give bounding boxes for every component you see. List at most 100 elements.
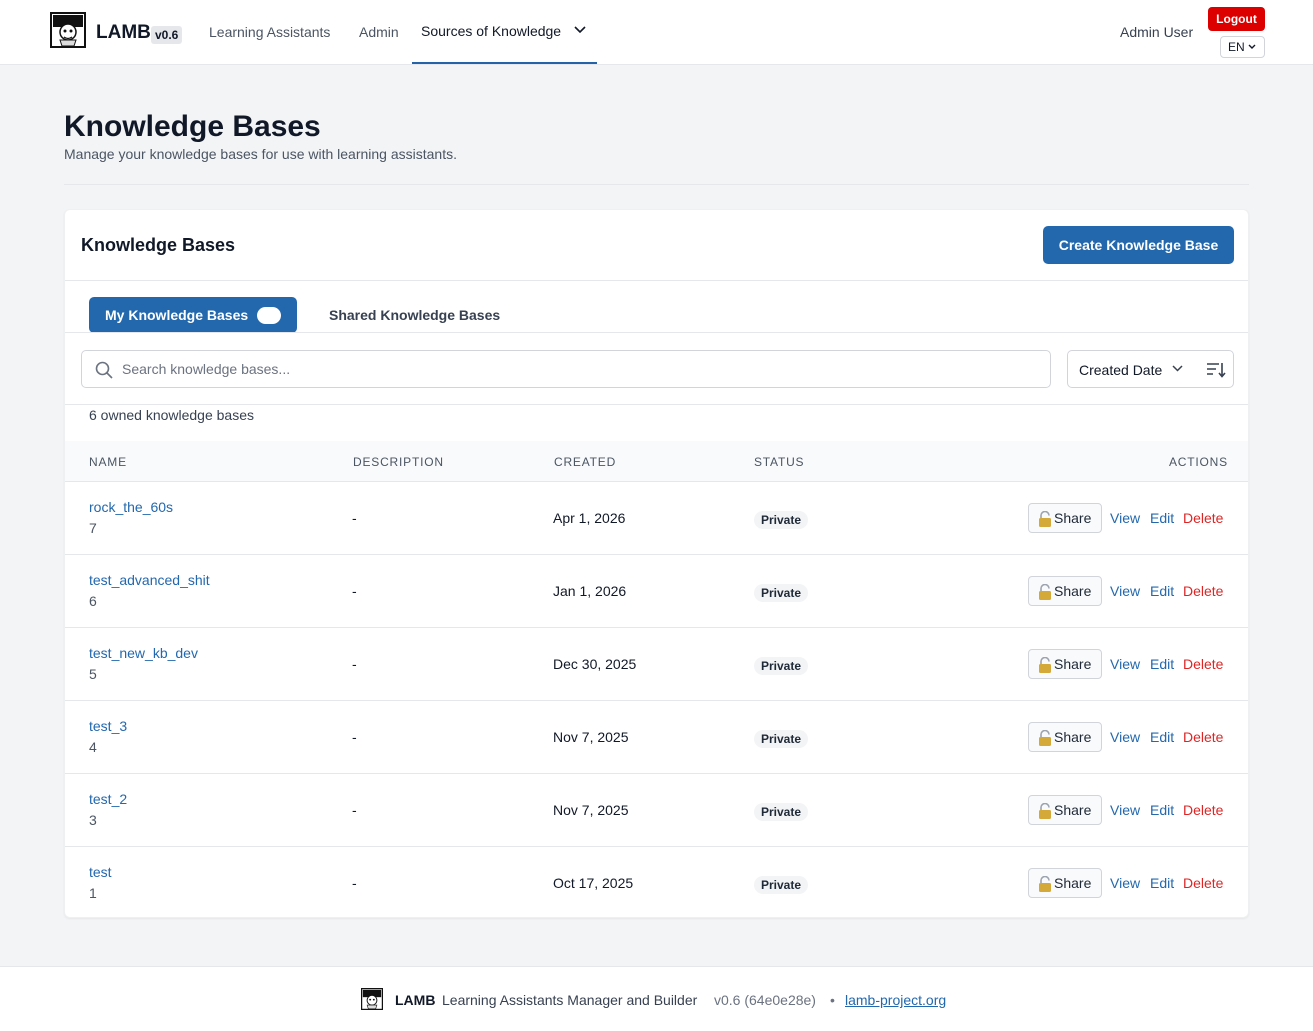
edit-link[interactable]: Edit [1150, 656, 1174, 672]
search-input[interactable] [122, 359, 1022, 379]
kb-created-date: Oct 17, 2025 [553, 875, 634, 891]
create-knowledge-base-button[interactable]: Create Knowledge Base [1043, 226, 1234, 264]
kb-name-link[interactable]: test [89, 864, 112, 880]
delete-link[interactable]: Delete [1183, 583, 1223, 599]
kb-name-link[interactable]: rock_the_60s [89, 499, 173, 515]
share-label: Share [1054, 583, 1092, 599]
footer-description: Learning Assistants Manager and Builder [442, 992, 698, 1008]
kb-name-link[interactable]: test_advanced_shit [89, 572, 210, 588]
view-link[interactable]: View [1110, 729, 1140, 745]
chevron-down-icon [1248, 44, 1256, 49]
kb-description: - [352, 729, 357, 745]
view-link[interactable]: View [1110, 510, 1140, 526]
delete-link[interactable]: Delete [1183, 510, 1223, 526]
view-link[interactable]: View [1110, 875, 1140, 891]
status-badge: Private [754, 511, 809, 529]
column-header-actions: ACTIONS [1169, 455, 1228, 469]
delete-link[interactable]: Delete [1183, 729, 1223, 745]
share-button[interactable]: Share [1028, 868, 1102, 898]
share-button[interactable]: Share [1028, 722, 1102, 752]
footer: LAMB Learning Assistants Manager and Bui… [0, 966, 1313, 1031]
share-label: Share [1054, 510, 1092, 526]
sort-select[interactable]: Created Date [1067, 350, 1234, 388]
kb-id: 6 [89, 593, 97, 609]
knowledge-bases-card: Knowledge Bases Create Knowledge Base My… [64, 209, 1249, 918]
kb-name-link[interactable]: test_new_kb_dev [89, 645, 198, 661]
lamb-logo-icon[interactable] [50, 12, 86, 48]
column-header-name[interactable]: NAME [89, 455, 127, 469]
lock-icon [1039, 584, 1051, 600]
kb-description: - [352, 656, 357, 672]
page-title: Knowledge Bases [64, 110, 321, 143]
delete-link[interactable]: Delete [1183, 656, 1223, 672]
divider [65, 404, 1248, 405]
status-badge: Private [754, 730, 809, 748]
share-button[interactable]: Share [1028, 795, 1102, 825]
table-row: test_new_kb_dev 5 - Dec 30, 2025 Private… [65, 628, 1248, 701]
lamb-logo-icon [361, 988, 383, 1010]
chevron-down-icon [574, 26, 586, 34]
kb-created-date: Nov 7, 2025 [553, 802, 629, 818]
table-row: test_2 3 - Nov 7, 2025 Private Share Vie… [65, 774, 1248, 847]
user-name: Admin User [1120, 24, 1194, 40]
status-badge: Private [754, 803, 809, 821]
logout-button[interactable]: Logout [1208, 7, 1265, 31]
table-row: test_advanced_shit 6 - Jan 1, 2026 Priva… [65, 555, 1248, 628]
edit-link[interactable]: Edit [1150, 875, 1174, 891]
kb-name-link[interactable]: test_3 [89, 718, 127, 734]
kb-id: 7 [89, 520, 97, 536]
edit-link[interactable]: Edit [1150, 583, 1174, 599]
tab-label: My Knowledge Bases [105, 307, 249, 323]
language-value: EN [1228, 40, 1245, 54]
share-button[interactable]: Share [1028, 649, 1102, 679]
share-label: Share [1054, 729, 1092, 745]
kb-created-date: Apr 1, 2026 [553, 510, 626, 526]
delete-link[interactable]: Delete [1183, 802, 1223, 818]
table-header: NAME DESCRIPTION CREATED STATUS ACTIONS [65, 441, 1248, 482]
divider [64, 184, 1249, 185]
kb-id: 5 [89, 666, 97, 682]
kb-description: - [352, 583, 357, 599]
view-link[interactable]: View [1110, 583, 1140, 599]
kb-id: 3 [89, 812, 97, 828]
edit-link[interactable]: Edit [1150, 510, 1174, 526]
table-row: test_3 4 - Nov 7, 2025 Private Share Vie… [65, 701, 1248, 774]
delete-link[interactable]: Delete [1183, 875, 1223, 891]
table-row: rock_the_60s 7 - Apr 1, 2026 Private Sha… [65, 482, 1248, 555]
page-subtitle: Manage your knowledge bases for use with… [64, 146, 457, 162]
status-badge: Private [754, 876, 809, 894]
tab-my-knowledge-bases[interactable]: My Knowledge Bases [89, 297, 297, 333]
view-link[interactable]: View [1110, 802, 1140, 818]
footer-project-link[interactable]: lamb-project.org [845, 992, 946, 1008]
table-row: test 1 - Oct 17, 2025 Private Share View… [65, 847, 1248, 917]
nav-admin[interactable]: Admin [359, 24, 399, 40]
footer-version: v0.6 (64e0e28e) [714, 992, 816, 1008]
chevron-down-icon [1172, 365, 1183, 372]
share-label: Share [1054, 875, 1092, 891]
nav-learning-assistants[interactable]: Learning Assistants [209, 24, 330, 40]
column-header-created[interactable]: CREATED [554, 455, 616, 469]
edit-link[interactable]: Edit [1150, 729, 1174, 745]
sort-direction-icon[interactable] [1206, 361, 1226, 379]
lock-icon [1039, 657, 1051, 673]
footer-separator: • [830, 992, 835, 1008]
language-select[interactable]: EN [1220, 36, 1265, 58]
kb-description: - [352, 510, 357, 526]
brand-name[interactable]: LAMB [96, 22, 151, 44]
nav-sources-of-knowledge[interactable]: Sources of Knowledge [412, 0, 597, 64]
top-header: LAMB v0.6 Learning Assistants Admin Sour… [0, 0, 1313, 65]
kb-created-date: Nov 7, 2025 [553, 729, 629, 745]
lock-icon [1039, 511, 1051, 527]
kb-name-link[interactable]: test_2 [89, 791, 127, 807]
nav-sources-label: Sources of Knowledge [421, 23, 562, 39]
footer-brand: LAMB [395, 992, 436, 1008]
edit-link[interactable]: Edit [1150, 802, 1174, 818]
kb-created-date: Jan 1, 2026 [553, 583, 627, 599]
share-button[interactable]: Share [1028, 576, 1102, 606]
view-link[interactable]: View [1110, 656, 1140, 672]
column-header-description: DESCRIPTION [353, 455, 444, 469]
share-button[interactable]: Share [1028, 503, 1102, 533]
search-box [81, 350, 1051, 388]
tab-shared-knowledge-bases[interactable]: Shared Knowledge Bases [329, 307, 500, 323]
share-label: Share [1054, 656, 1092, 672]
